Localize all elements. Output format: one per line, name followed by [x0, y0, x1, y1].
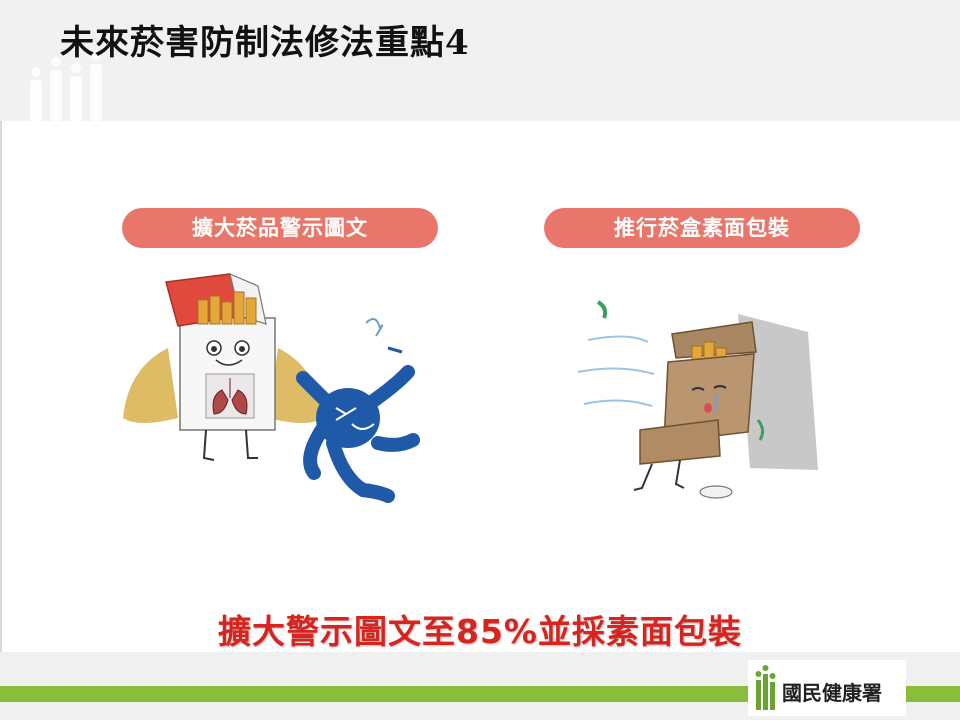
warning-pack-illustration: [123, 272, 420, 503]
plain-pack-illustration: [577, 300, 818, 499]
summary-statement: 擴大警示圖文至85%並採素面包裝: [218, 612, 742, 651]
header-band: 未來菸害防制法修法重點4: [0, 0, 960, 122]
panel-label-plain-packaging: 推行菸盒素面包裝: [544, 208, 860, 248]
hpa-logo-text: 國民健康署: [782, 681, 882, 705]
slide-title: 未來菸害防制法修法重點4: [60, 23, 470, 63]
left-border: [0, 121, 2, 652]
hpa-logo-icon: [755, 665, 776, 710]
panel-label-warning-graphics: 擴大菸品警示圖文: [122, 208, 438, 248]
hpa-logo: 國民健康署: [748, 660, 906, 716]
